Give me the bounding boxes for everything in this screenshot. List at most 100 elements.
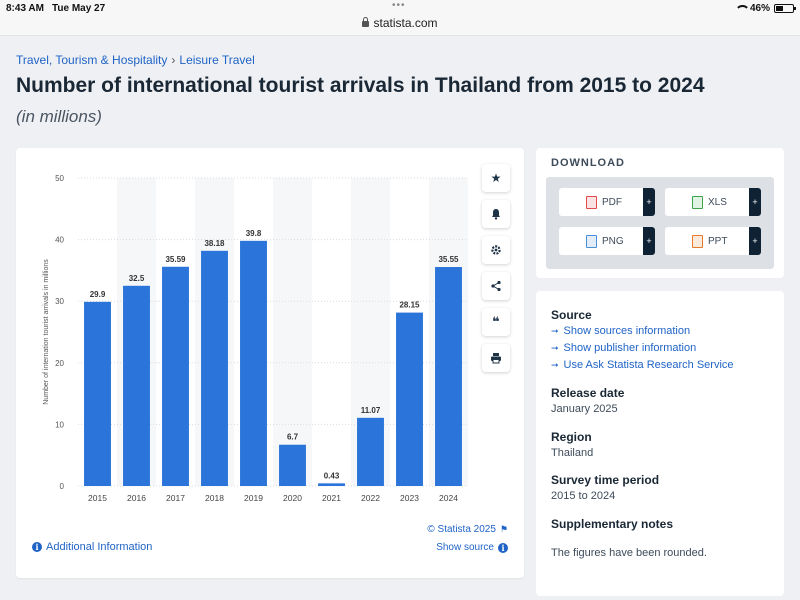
bar-2016 [123,285,150,486]
data-label: 38.18 [204,239,225,248]
arrow-right-icon: ➞ [551,342,559,353]
page-subtitle: (in millions) [16,107,102,126]
info-icon: i [498,542,508,553]
download-pdf-button[interactable]: PDF + [559,188,655,216]
url-text: statista.com [373,16,438,30]
show-publisher-link[interactable]: ➞ Show publisher information [551,342,696,354]
download-ppt-button[interactable]: PPT + [665,227,761,255]
y-tick-label: 50 [55,174,64,183]
arrow-right-icon: ➞ [551,325,559,336]
x-tick-label: 2020 [283,493,302,503]
breadcrumb-link-travel[interactable]: Travel, Tourism & Hospitality [16,53,167,67]
x-tick-label: 2018 [205,493,224,503]
wifi-icon [734,4,750,13]
download-xls-label: XLS [708,196,727,208]
show-source-label: Show source [436,542,494,553]
bar-2022 [357,417,384,486]
bar-2021 [318,483,345,486]
bar-chart: 0 10 20 30 40 50 Number of internation tourist… [43,174,468,503]
additional-information-label: Additional Information [46,541,153,553]
pdf-icon [586,195,597,209]
bar-2018 [201,250,228,486]
print-icon[interactable] [482,344,510,372]
y-tick-label: 0 [60,482,65,491]
show-sources-label: Show sources information [563,325,691,337]
region-heading: Region [551,430,592,444]
x-tick-label: 2019 [244,493,263,503]
ask-statista-link[interactable]: ➞ Use Ask Statista Research Service [551,359,734,371]
bar-2023 [396,312,423,486]
release-date-heading: Release date [551,386,625,400]
x-tick-label: 2015 [88,493,107,503]
quote-icon[interactable]: ❝ [482,308,510,336]
statista-copyright[interactable]: © Statista 2025 ⚑ [427,524,508,535]
bar-2020 [279,444,306,486]
info-icon: i [32,542,42,552]
show-sources-link[interactable]: ➞ Show sources information [551,325,690,337]
gear-icon[interactable] [482,236,510,264]
xls-icon [692,195,703,209]
region-value: Thailand [551,447,594,459]
arrow-right-icon: ➞ [551,359,559,370]
status-date: Tue May 27 [52,3,106,14]
address-bar[interactable]: statista.com [0,16,800,30]
chart-toolbar: ★ ❝ [482,164,510,380]
x-tick-label: 2024 [439,493,458,503]
data-label: 39.8 [246,229,262,238]
supplementary-notes-value: The figures have been rounded. [551,547,707,559]
y-tick-label: 40 [55,236,64,245]
plus-icon: + [749,188,761,216]
data-label: 32.5 [129,274,145,283]
plus-icon: + [643,188,655,216]
breadcrumb-link-leisure[interactable]: Leisure Travel [179,53,254,67]
share-icon[interactable] [482,272,510,300]
download-title: DOWNLOAD [551,157,625,169]
bell-icon[interactable] [482,200,510,228]
supplementary-notes-heading: Supplementary notes [551,517,674,531]
source-card: Source ➞ Show sources information ➞ Show p… [536,291,784,596]
x-tick-label: 2022 [361,493,380,503]
copyright-text: © Statista 2025 [427,524,496,535]
breadcrumb: Travel, Tourism & Hospitality › Leisure Tr… [16,53,255,67]
data-label: 28.15 [399,301,420,310]
download-png-label: PNG [602,235,624,247]
y-tick-label: 30 [55,297,64,306]
more-dots-icon[interactable]: ••• [392,0,406,11]
flag-icon: ⚑ [499,524,508,534]
data-label: 35.59 [165,255,186,264]
bar-2017 [162,266,189,486]
chart-card: 0 10 20 30 40 50 Number of internation tourist… [16,148,524,578]
status-bar: 8:43 AM Tue May 27 ••• statista.com 46% [0,0,800,36]
plus-icon: + [643,227,655,255]
ppt-icon [692,234,703,248]
bar-2024 [435,267,462,486]
x-tick-label: 2017 [166,493,185,503]
additional-information-link[interactable]: i Additional Information [32,541,152,553]
page-title: Number of international tourist arrivals… [16,74,705,97]
download-xls-button[interactable]: XLS + [665,188,761,216]
status-time: 8:43 AM [6,3,44,14]
bar-2019 [240,240,267,486]
release-date-value: January 2025 [551,403,618,415]
download-card: DOWNLOAD PDF + XLS + PNG + PPT + [536,148,784,278]
y-tick-label: 10 [55,420,64,429]
data-label: 6.7 [287,433,299,442]
data-label: 29.9 [90,290,106,299]
data-label: 35.55 [438,255,459,264]
download-grid: PDF + XLS + PNG + PPT + [546,177,774,269]
status-right: 46% [734,3,796,14]
png-icon [586,234,597,248]
plus-icon: + [749,227,761,255]
show-source-link[interactable]: Show source i [436,542,508,553]
y-tick-label: 20 [55,359,64,368]
star-icon[interactable]: ★ [482,164,510,192]
x-tick-label: 2023 [400,493,419,503]
survey-period-heading: Survey time period [551,473,660,487]
data-label: 11.07 [361,406,381,415]
battery-percent: 46% [749,3,770,14]
survey-period-value: 2015 to 2024 [551,490,616,502]
download-ppt-label: PPT [708,235,728,247]
bar-2015 [84,301,111,486]
download-png-button[interactable]: PNG + [559,227,655,255]
battery-icon [774,4,796,13]
